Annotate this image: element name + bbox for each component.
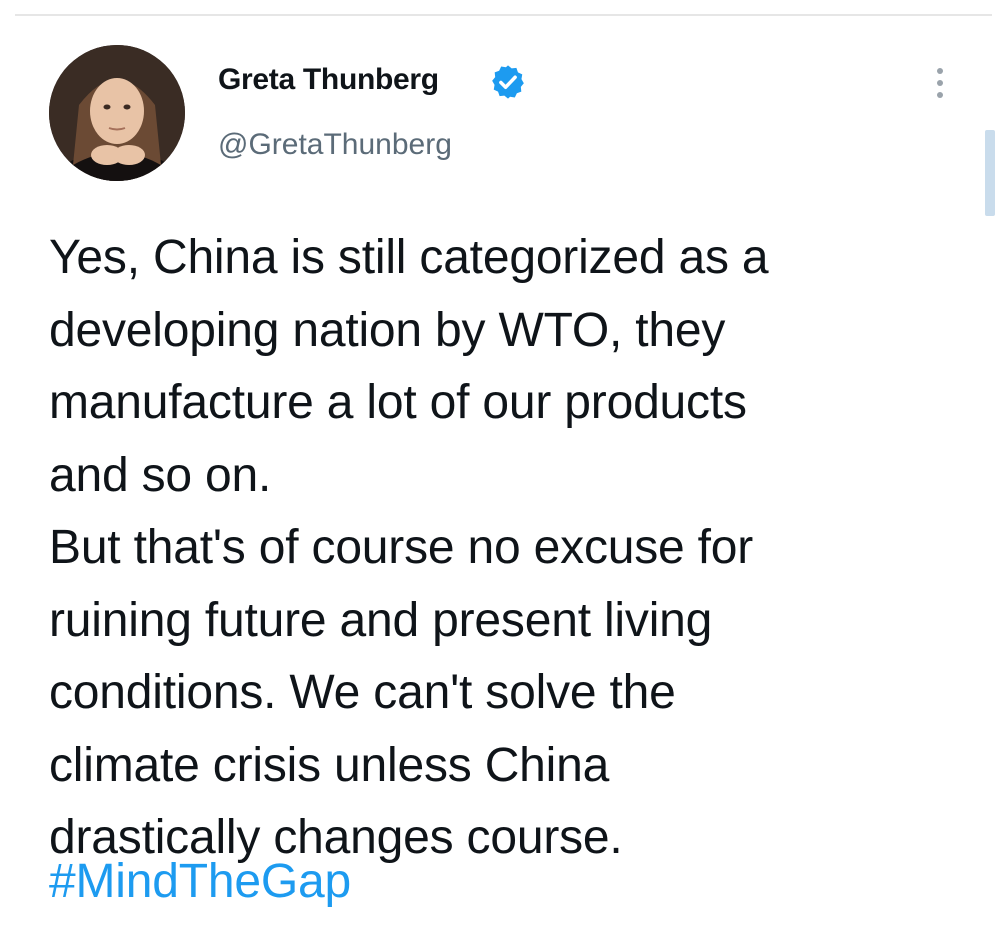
scrollbar[interactable] <box>985 130 995 216</box>
more-vertical-icon[interactable] <box>928 64 952 114</box>
avatar[interactable] <box>49 45 185 181</box>
top-divider <box>15 14 992 16</box>
author-display-name[interactable]: Greta Thunberg <box>218 63 439 97</box>
profile-photo-icon <box>49 45 185 181</box>
tweet-text: Yes, China is still categorized as a dev… <box>49 231 769 864</box>
verified-badge-icon <box>492 65 524 99</box>
hashtag-link[interactable]: #MindTheGap <box>49 846 351 919</box>
author-handle[interactable]: @GretaThunberg <box>218 128 452 162</box>
